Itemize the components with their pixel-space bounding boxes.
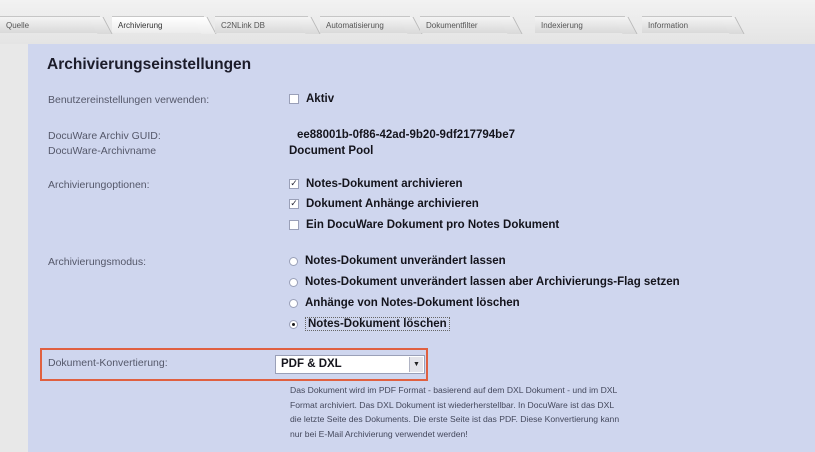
radio-selected-icon[interactable] [289,319,298,329]
guid-value: ee88001b-0f86-42ad-9b20-9df217794be7 [297,129,515,141]
archive-mode-label: Archivierungsmodus: [48,256,147,268]
radio-dot-icon [292,322,295,326]
page-title: Archivierungseinstellungen [47,56,252,73]
radio-unselected-icon[interactable] [289,256,298,266]
description-line: die letzte Seite des Dokuments. Die erst… [290,414,620,424]
tab-automatisierung[interactable]: Automatisierung [320,16,410,33]
option-ein-dokument-pro-notes[interactable]: Ein DocuWare Dokument pro Notes Dokument [289,217,559,233]
chevron-down-icon[interactable]: ▼ [409,357,423,372]
archive-options-label: Archivierungoptionen: [48,179,150,191]
conversion-label: Dokument-Konvertierung: [48,357,168,369]
radio-unselected-icon[interactable] [289,277,298,287]
mode-label: Notes-Dokument löschen [305,317,450,331]
checkbox-checked-icon[interactable]: ✓ [289,179,299,189]
mode-anhaenge-loeschen[interactable]: Anhänge von Notes-Dokument löschen [289,295,520,311]
conversion-description: Das Dokument wird im PDF Format - basier… [290,383,815,441]
description-line: nur bei E-Mail Archivierung verwendet we… [290,428,468,439]
tab-bar: Quelle Archivierung C2NLink DB Automatis… [0,0,815,44]
option-notes-archivieren[interactable]: ✓ Notes-Dokument archivieren [289,176,463,192]
guid-label: DocuWare Archiv GUID: [48,130,161,142]
mode-notes-loeschen[interactable]: Notes-Dokument löschen [289,316,450,332]
checkbox-unchecked-icon[interactable] [289,220,299,230]
tab-c2nlink-db[interactable]: C2NLink DB [215,16,308,33]
option-label: Ein DocuWare Dokument pro Notes Dokument [306,219,560,231]
conversion-select-value: PDF & DXL [281,358,342,370]
conversion-select[interactable]: PDF & DXL ▼ [275,355,425,374]
option-label: Dokument Anhänge archivieren [306,198,479,210]
user-settings-label: Benutzereinstellungen verwenden: [48,94,210,106]
mode-unveraendert[interactable]: Notes-Dokument unverändert lassen [289,253,506,269]
archive-name-label: DocuWare-Archivname [48,145,157,157]
mode-unveraendert-flag[interactable]: Notes-Dokument unverändert lassen aber A… [289,274,680,290]
tab-information[interactable]: Information [642,16,732,33]
tab-indexierung[interactable]: Indexierung [535,16,625,33]
tab-quelle[interactable]: Quelle [0,16,100,33]
tab-archivierung[interactable]: Archivierung [112,16,204,33]
archive-name-value: Document Pool [289,145,374,157]
user-settings-checkbox[interactable]: Aktiv [289,91,334,107]
description-line: Format archiviert. Das DXL Dokument ist … [290,399,615,410]
option-anhaenge-archivieren[interactable]: ✓ Dokument Anhänge archivieren [289,196,479,212]
radio-unselected-icon[interactable] [289,298,298,308]
checkbox-unchecked-icon[interactable] [289,94,299,104]
tab-dokumentfilter[interactable]: Dokumentfilter [420,16,510,33]
option-label: Notes-Dokument archivieren [306,178,463,190]
mode-label: Anhänge von Notes-Dokument löschen [305,297,520,309]
checkbox-checked-icon[interactable]: ✓ [289,199,299,209]
user-settings-option-label: Aktiv [306,93,335,105]
description-line: Das Dokument wird im PDF Format - basier… [290,385,618,395]
mode-label: Notes-Dokument unverändert lassen [305,255,506,267]
mode-label: Notes-Dokument unverändert lassen aber A… [305,276,680,288]
